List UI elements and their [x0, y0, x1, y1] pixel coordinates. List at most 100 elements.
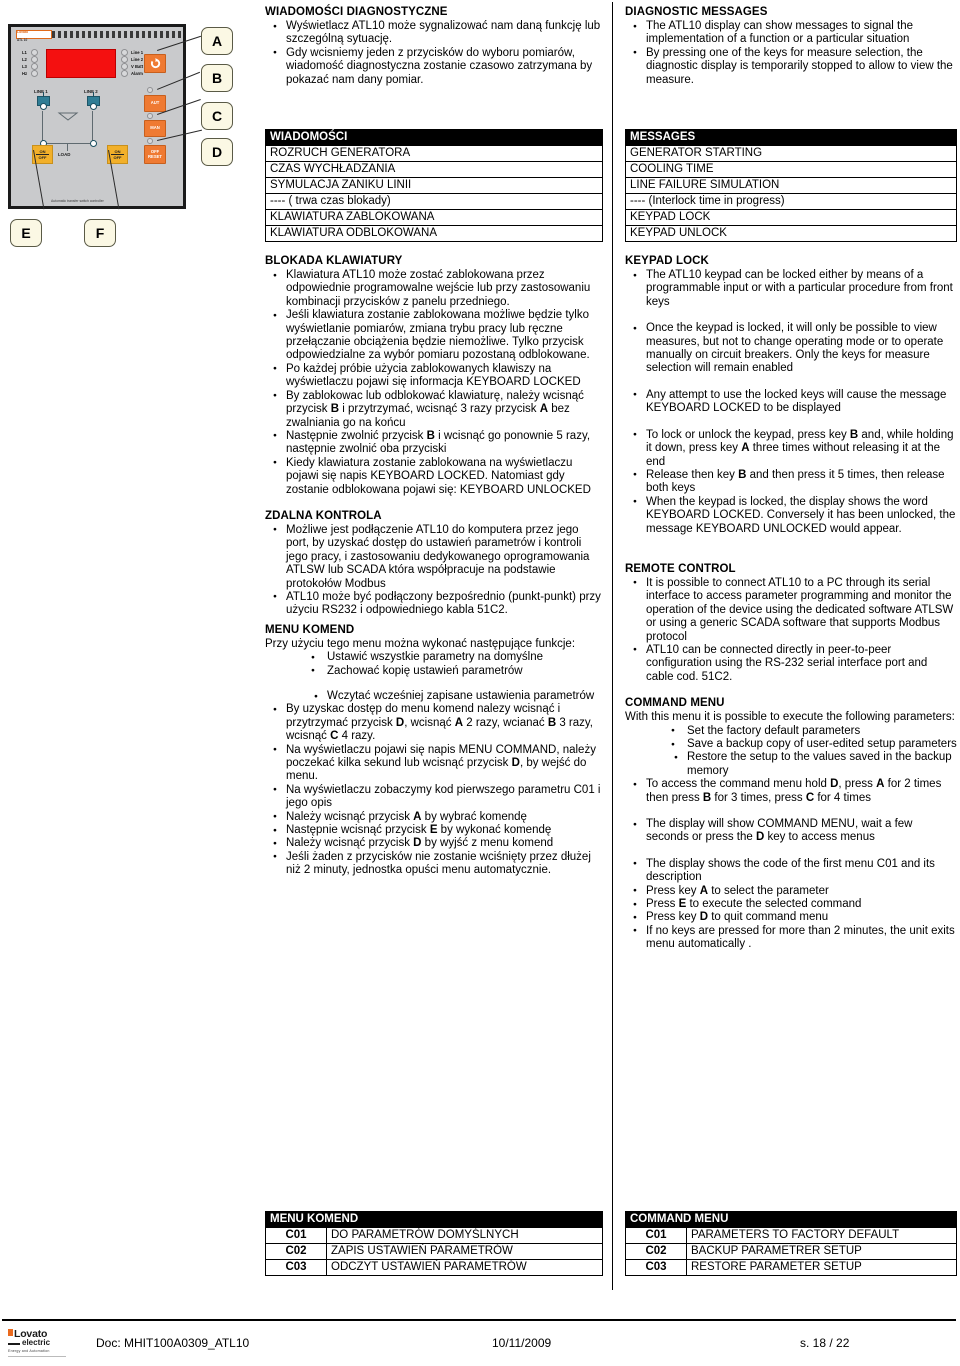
line1-breaker-stem [42, 92, 44, 97]
lamp-label: Line 2 [131, 57, 144, 62]
list-item: Release then key B and then press it 5 t… [625, 468, 957, 496]
list-item: Możliwe jest podłączenie ATL10 do komput… [265, 523, 603, 591]
table-cell-desc: RESTORE PARAMETER SETUP [686, 1259, 957, 1276]
pl-diagnostic-bullets: Wyświetlacz ATL10 może sygnalizować nam … [265, 20, 603, 87]
en-command-sub-bullets: Set the factory default parameters Save … [625, 724, 957, 752]
atl10-front-panel: Lovato ATL 10 L1 L2 L3 Hz Line 1 Line 2 … [8, 24, 186, 209]
lamp-dot-icon [31, 70, 38, 77]
list-item: Należy wcisnąć przycisk D by wyjść z men… [265, 837, 603, 851]
footer-page-number: s. 18 / 22 [800, 1336, 850, 1350]
pl-messages-table-header: WIADOMOŚCI [265, 129, 603, 147]
lamp-column-left: L1 L2 L3 Hz [22, 49, 38, 77]
pl-command-table-header: MENU KOMEND [265, 1211, 603, 1228]
pl-command-bullets: By uzyskac dostęp do menu komend nalezy … [265, 703, 603, 877]
list-item: Restore the setup to the values saved in… [625, 751, 957, 778]
list-item: Należy wcisnąć przycisk A by wybrać kome… [265, 810, 603, 824]
lamp-dot-icon [31, 56, 38, 63]
en-section-diagnostic-title: DIAGNOSTIC MESSAGES [625, 6, 768, 18]
list-item: The ATL10 keypad can be locked either by… [625, 269, 957, 309]
logo-tagline: Energy and Automation [8, 1349, 50, 1353]
page-footer: Lovato electric Energy and Automation Do… [0, 1327, 960, 1361]
pl-section-keypad-lock-title: BLOKADA KLAWIATURY [265, 255, 403, 268]
callout-a: A [201, 27, 233, 55]
line2-breaker-stem [92, 92, 94, 97]
list-item: Press key A to select the parameter [625, 884, 957, 898]
table-cell-code: C02 [625, 1243, 687, 1260]
list-item: Następnie zwolnić przycisk B i wcisnąć g… [265, 429, 603, 457]
callout-f: F [84, 219, 116, 247]
table-cell-desc: BACKUP PARAMETRER SETUP [686, 1243, 957, 1260]
list-item: Save a backup copy of user-edited setup … [625, 737, 957, 751]
list-item: Kiedy klawiatura zostanie zablokowana na… [265, 456, 603, 497]
table-cell-desc: PARAMETERS TO FACTORY DEFAULT [686, 1227, 957, 1244]
list-item: If no keys are pressed for more than 2 m… [625, 924, 957, 952]
list-item: By pressing one of the keys for measure … [625, 46, 957, 87]
pl-messages-table: WIADOMOŚCI ROZRUCH GENERATORA CZAS WYCHŁ… [265, 129, 603, 243]
key-b-aut-button[interactable]: AUT [144, 95, 166, 112]
device-figure: Lovato ATL 10 L1 L2 L3 Hz Line 1 Line 2 … [4, 14, 254, 264]
key-a-measure-button[interactable] [144, 54, 166, 73]
table-row: ---- ( trwa czas blokady) [265, 193, 603, 211]
list-item: When the keypad is locked, the display s… [625, 495, 957, 536]
en-diagnostic-bullets: The ATL10 display can show messages to s… [625, 20, 957, 87]
lovato-electric-logo: Lovato electric Energy and Automation [8, 1328, 70, 1358]
list-item: Następnie wcisnąć przycisk E by wykonać … [265, 824, 603, 838]
list-item: Zachować kopię ustawień parametrów [265, 664, 603, 678]
line1-breaker-node-icon [40, 103, 47, 110]
en-command-sub-bullets-2: Restore the setup to the values saved in… [625, 751, 957, 778]
table-cell-desc: ODCZYT USTAWIEŃ PARAMETRÓW [326, 1259, 603, 1276]
line2-label: LINE 2 [84, 89, 98, 94]
panel-model-text: ATL 10 [17, 38, 28, 42]
pl-remote-bullets: Możliwe jest podłączenie ATL10 do komput… [265, 523, 603, 618]
table-cell-desc: ZAPIS USTAWIEŃ PARAMETRÓW [326, 1243, 603, 1260]
lamp-dot-icon [147, 113, 153, 119]
table-row: ---- (Interlock time in progress) [625, 193, 957, 211]
list-item: Na wyświetlaczu zobaczymy kod pierwszego… [265, 783, 603, 811]
list-item: ATL10 can be connected directly in peer-… [625, 643, 957, 684]
line1-label: LINE 1 [34, 89, 48, 94]
lamp-label: L2 [22, 57, 27, 62]
table-row: KEYPAD LOCK [625, 209, 957, 227]
list-item: The display shows the code of the first … [625, 857, 957, 885]
pl-command-menu-lead: Przy użyciu tego menu można wykonać nast… [265, 637, 576, 650]
en-messages-table-header: MESSAGES [625, 129, 957, 147]
logo-square-icon [8, 1329, 13, 1336]
en-section-remote-title: REMOTE CONTROL [625, 562, 736, 575]
table-cell-code: C02 [265, 1243, 327, 1260]
list-item: Set the factory default parameters [625, 724, 957, 738]
table-row: KEYPAD UNLOCK [625, 225, 957, 243]
table-row: LINE FAILURE SIMULATION [625, 177, 957, 195]
load-node-right-icon [90, 140, 97, 147]
list-item: Once the keypad is locked, it will only … [625, 322, 957, 376]
pl-command-table: MENU KOMEND C01 DO PARAMETRÓW DOMYŚLNYCH … [265, 1211, 603, 1276]
off-label: OFF [38, 155, 47, 160]
list-item: Po każdej próbie użycia zablokowanych kl… [265, 362, 603, 390]
lamp-label: L3 [22, 64, 27, 69]
list-item: Klawiatura ATL10 może zostać zablokowana… [265, 269, 603, 309]
logo-underline [8, 1356, 66, 1357]
key-c-man-button[interactable]: MAN [144, 120, 166, 137]
lamp-dot-icon [147, 138, 153, 144]
pl-command-sub-bullets-2: Wczytać wcześniej zapisane ustawienia pa… [265, 689, 603, 703]
list-item: Gdy wcisniemy jeden z przycisków do wybo… [265, 46, 603, 87]
panel-lcd-display [46, 49, 116, 78]
en-command-bullets: To access the command menu hold D, press… [625, 778, 957, 951]
key-d-off-reset-button[interactable]: OFF RESET [144, 145, 166, 164]
lamp-dot-icon [147, 87, 153, 93]
rotate-arrow-icon [150, 58, 160, 69]
footer-doc-code: Doc: MHIT100A0309_ATL10 [96, 1336, 250, 1350]
polish-column: WIADOMOŚCI DIAGNOSTYCZNE Wyświetlacz ATL… [265, 6, 603, 878]
table-row: SYMULACJA ZANIKU LINII [265, 177, 603, 195]
english-column: DIAGNOSTIC MESSAGES The ATL10 display ca… [625, 6, 957, 952]
table-row: KLAWIATURA ZABLOKOWANA [265, 209, 603, 227]
list-item: The display will show COMMAND MENU, wait… [625, 818, 957, 845]
list-item: The ATL10 display can show messages to s… [625, 20, 957, 47]
pl-keypad-lock-bullets: Klawiatura ATL10 może zostać zablokowana… [265, 269, 603, 497]
list-item: Jeśli żaden z przycisków nie zostanie wc… [265, 850, 603, 878]
panel-brand-text: Lovato [17, 30, 29, 35]
lamp-label: Alarm [131, 71, 143, 76]
list-item: To lock or unlock the keypad, press key … [625, 428, 957, 469]
list-item: By uzyskac dostęp do menu komend nalezy … [265, 703, 603, 743]
list-item: By zablokowac lub odblokować klawiaturę,… [265, 389, 603, 430]
en-command-table-wrap: COMMAND MENU C01 PARAMETERS TO FACTORY DE… [625, 1211, 957, 1276]
